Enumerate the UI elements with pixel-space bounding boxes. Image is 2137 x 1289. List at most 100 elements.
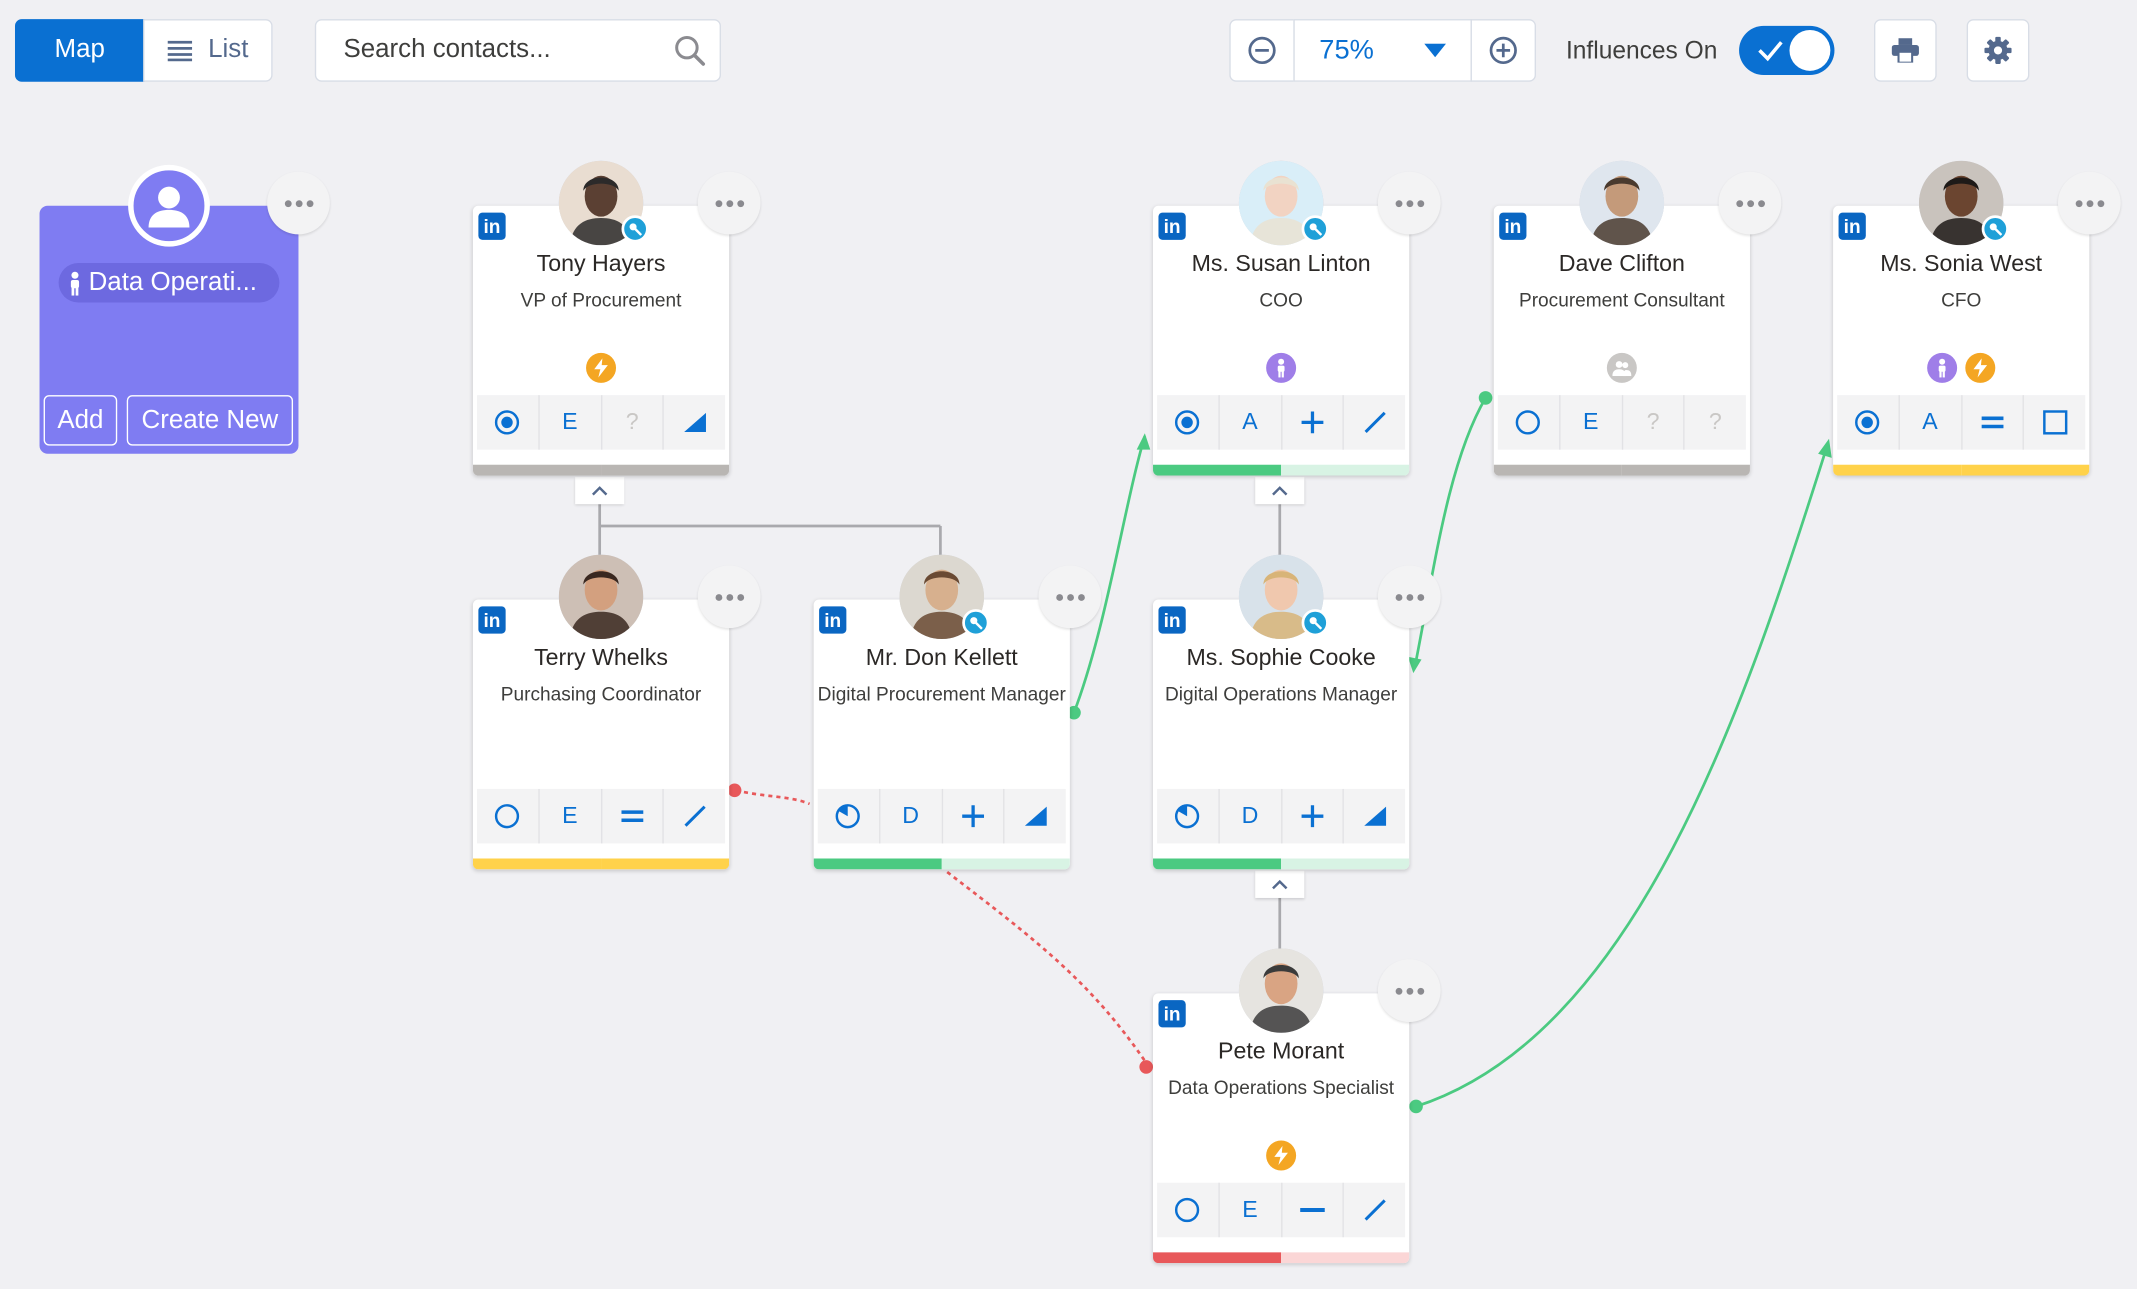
target-icon (495, 410, 520, 435)
card-action-button[interactable] (477, 395, 540, 450)
collapse-button[interactable] (1255, 870, 1305, 898)
card-status-bar (472, 858, 730, 870)
contact-title: CFO (1941, 288, 1982, 311)
card-action-button[interactable] (477, 788, 540, 844)
contact-avatar[interactable] (558, 554, 644, 640)
contact-name[interactable]: Tony Hayers (473, 251, 729, 278)
contact-name[interactable]: Mr. Don Kellett (814, 645, 1070, 672)
card-more-button[interactable] (1377, 565, 1441, 629)
contact-name[interactable]: Ms. Sophie Cooke (1153, 645, 1409, 672)
group-more-button[interactable] (267, 171, 330, 235)
card-more-button[interactable] (2057, 171, 2121, 235)
circle-icon (1516, 410, 1541, 435)
contact-card[interactable]: in Dave Clifton Procurement Consultant E… (1493, 205, 1750, 476)
contact-card[interactable]: in Ms. Susan Linton COO A (1153, 205, 1410, 476)
card-action-button[interactable] (1157, 788, 1220, 844)
contact-name[interactable]: Ms. Susan Linton (1153, 251, 1409, 278)
action-letter: E (562, 802, 578, 829)
target-icon (1175, 410, 1200, 435)
card-action-button[interactable] (1157, 395, 1220, 450)
slash-icon (1364, 1199, 1386, 1221)
contact-avatar[interactable] (1579, 160, 1665, 246)
card-action-button[interactable] (1498, 395, 1561, 450)
action-letter: A (1922, 408, 1938, 435)
linkedin-icon[interactable]: in (478, 212, 506, 240)
card-more-button[interactable] (1718, 171, 1782, 235)
lightning-icon (1965, 352, 1996, 383)
contact-name[interactable]: Terry Whelks (473, 645, 729, 672)
contact-card[interactable]: in Pete Morant Data Operations Specialis… (1153, 993, 1410, 1264)
linkedin-icon[interactable]: in (1158, 1000, 1186, 1028)
card-badges (1494, 352, 1750, 383)
linkedin-icon[interactable]: in (478, 606, 506, 634)
add-button[interactable]: Add (43, 395, 118, 446)
card-action-button[interactable] (1344, 1183, 1405, 1238)
card-more-button[interactable] (697, 171, 761, 235)
card-action-button[interactable] (1344, 789, 1405, 844)
card-action-button[interactable] (1282, 395, 1345, 450)
card-action-button[interactable] (1157, 1182, 1220, 1238)
card-action-button[interactable] (1005, 789, 1066, 844)
card-action-button[interactable]: D (880, 788, 943, 844)
card-action-button[interactable] (2024, 395, 2085, 450)
group-name-pill[interactable]: Data Operati... (58, 262, 280, 303)
card-action-button[interactable]: ? (602, 395, 665, 450)
contact-card[interactable]: in Ms. Sophie Cooke Digital Operations M… (1153, 599, 1410, 870)
linkedin-icon[interactable]: in (819, 606, 847, 634)
user-icon (148, 186, 190, 228)
contact-card[interactable]: in Tony Hayers VP of Procurement E? (472, 205, 730, 476)
card-status-bar (472, 464, 730, 476)
card-action-button[interactable]: A (1900, 395, 1962, 450)
contact-avatar[interactable] (1238, 948, 1324, 1033)
card-action-button[interactable]: E (539, 788, 602, 844)
card-action-button[interactable] (942, 788, 1005, 844)
slash-icon (1364, 411, 1386, 434)
card-more-button[interactable] (1038, 565, 1102, 629)
card-action-button[interactable]: A (1219, 395, 1282, 450)
action-letter: ? (1646, 408, 1660, 435)
contact-card[interactable]: in Terry Whelks Purchasing Coordinator E (472, 599, 730, 870)
contact-name[interactable]: Pete Morant (1153, 1038, 1409, 1065)
action-letter: ? (625, 408, 639, 435)
collapse-button[interactable] (1255, 476, 1305, 505)
card-action-button[interactable] (664, 789, 725, 844)
card-action-button[interactable] (664, 395, 725, 450)
card-more-button[interactable] (1377, 171, 1441, 235)
contact-card[interactable]: in Mr. Don Kellett Digital Procurement M… (813, 599, 1070, 870)
card-action-button[interactable] (1962, 395, 2025, 450)
card-badges (1833, 352, 2089, 383)
circle-icon (1175, 1197, 1200, 1223)
linkedin-icon[interactable]: in (1499, 212, 1527, 240)
card-actions: A (1837, 395, 2086, 450)
collapse-button[interactable] (575, 476, 625, 505)
card-action-button[interactable] (1282, 1182, 1345, 1238)
key-contact-icon (962, 609, 990, 637)
card-action-button[interactable] (1837, 395, 1900, 450)
create-new-button[interactable]: Create New (126, 395, 294, 446)
card-more-button[interactable] (1377, 959, 1441, 1022)
linkedin-icon[interactable]: in (1838, 212, 1866, 240)
target-icon (1855, 410, 1880, 435)
card-status-bar (1833, 464, 2090, 476)
card-action-button[interactable]: E (1219, 1182, 1282, 1238)
card-action-button[interactable] (1282, 788, 1345, 844)
linkedin-icon[interactable]: in (1158, 212, 1186, 240)
linkedin-icon[interactable]: in (1158, 606, 1186, 634)
lightning-icon (586, 352, 617, 383)
card-action-button[interactable]: E (539, 395, 602, 450)
card-action-button[interactable]: ? (1685, 395, 1746, 450)
contact-name[interactable]: Ms. Sonia West (1833, 251, 2089, 278)
card-more-button[interactable] (697, 565, 761, 629)
circle-icon (495, 804, 520, 829)
card-action-button[interactable] (1344, 395, 1405, 450)
slash-icon (683, 805, 706, 827)
contact-name[interactable]: Dave Clifton (1494, 251, 1750, 278)
key-contact-icon (621, 215, 649, 243)
contact-title: Purchasing Coordinator (500, 682, 702, 705)
card-action-button[interactable] (602, 788, 665, 844)
card-action-button[interactable]: ? (1623, 395, 1685, 450)
card-action-button[interactable] (818, 788, 881, 844)
card-action-button[interactable]: E (1560, 395, 1623, 450)
contact-card[interactable]: in Ms. Sonia West CFO A (1833, 205, 2090, 476)
card-action-button[interactable]: D (1219, 788, 1282, 844)
